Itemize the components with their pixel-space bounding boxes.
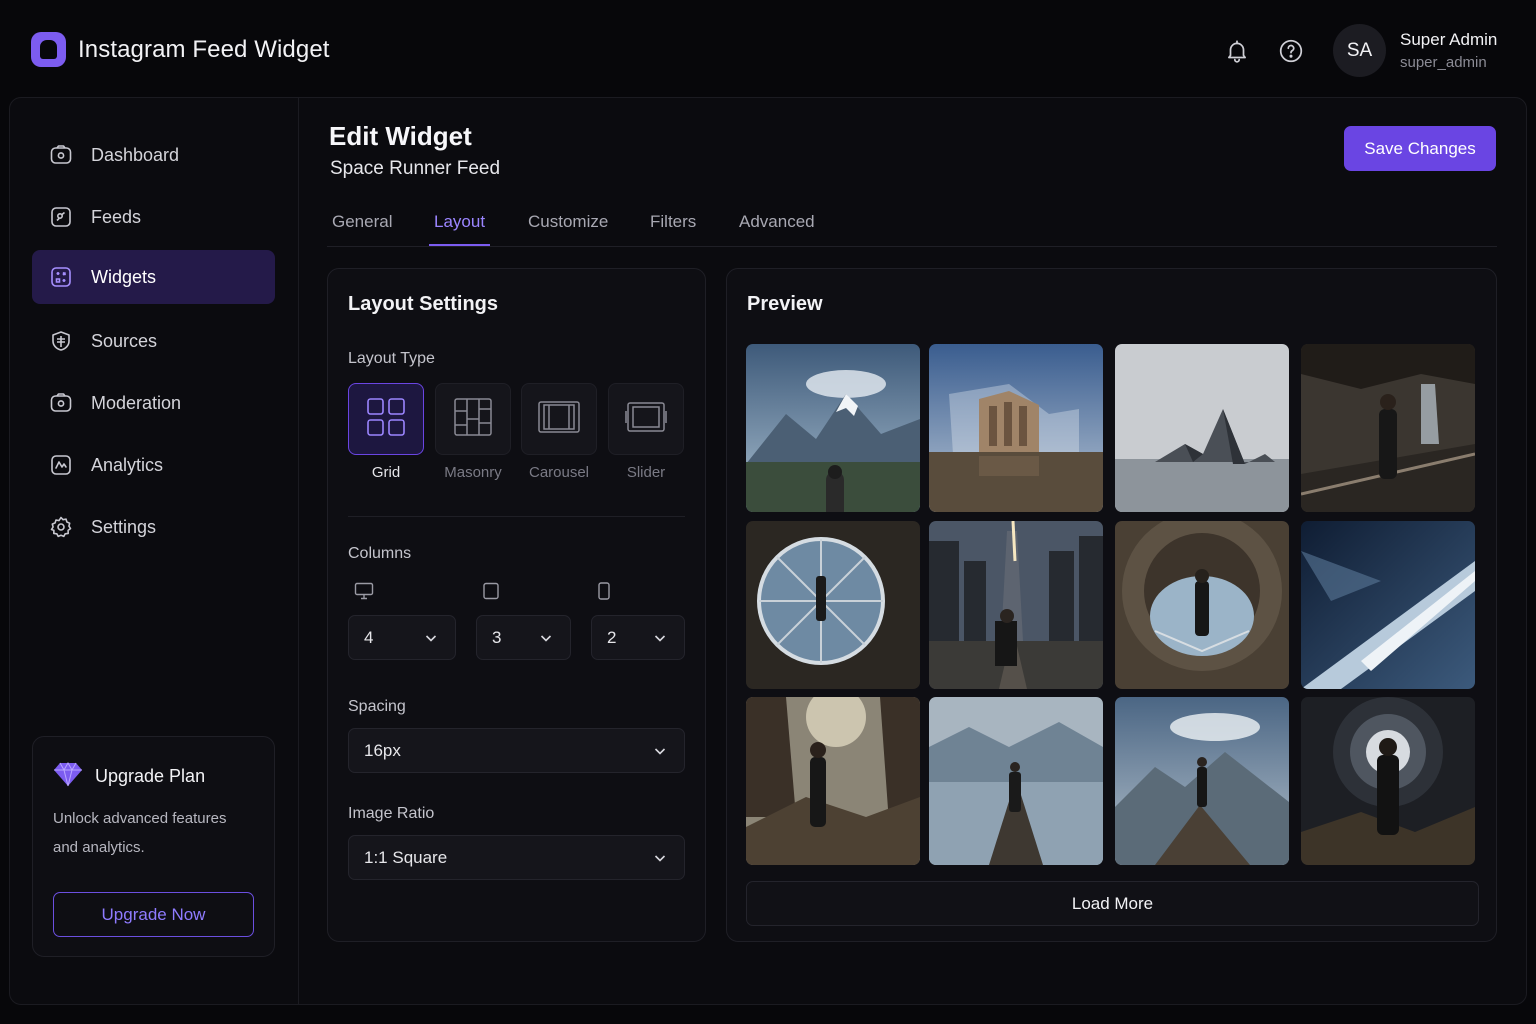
load-more-button[interactable]: Load More xyxy=(746,881,1479,926)
dashboard-icon xyxy=(48,142,74,168)
upgrade-title: Upgrade Plan xyxy=(95,766,206,786)
tablet-icon xyxy=(481,582,501,600)
chevron-down-icon xyxy=(540,635,552,642)
upgrade-now-button[interactable]: Upgrade Now xyxy=(53,892,254,937)
tab-bar: General Layout Customize Filters Advance… xyxy=(327,200,1497,247)
preview-image-man-cave-waterfall[interactable] xyxy=(1301,344,1475,512)
moderation-icon xyxy=(48,390,74,416)
tab-general[interactable]: General xyxy=(327,212,397,246)
app-title: Instagram Feed Widget xyxy=(78,35,330,63)
avatar[interactable]: SA xyxy=(1333,24,1386,77)
sidebar-item-label: Moderation xyxy=(91,392,182,413)
tab-advanced[interactable]: Advanced xyxy=(734,212,820,246)
user-name: Super Admin xyxy=(1400,30,1498,49)
chevron-down-icon xyxy=(425,635,437,642)
upgrade-header: Upgrade Plan xyxy=(53,761,205,792)
tab-customize[interactable]: Customize xyxy=(523,212,613,246)
sidebar-item-label: Sources xyxy=(91,330,158,351)
sidebar: Dashboard Feeds Widgets Sources Moderati… xyxy=(10,98,299,1004)
brand[interactable]: Instagram Feed Widget xyxy=(31,32,330,67)
preview-image-brutalist-building-water[interactable] xyxy=(929,344,1103,512)
layout-option-label: Slider xyxy=(626,464,666,481)
image-ratio-label: Image Ratio xyxy=(348,805,435,822)
carousel-layout-icon xyxy=(537,399,581,440)
spacing-select[interactable]: 16px xyxy=(348,728,685,773)
masonry-layout-icon xyxy=(453,397,493,442)
layout-option-label: Carousel xyxy=(528,464,590,481)
tablet-columns-select[interactable]: 3 xyxy=(476,615,571,660)
mobile-icon xyxy=(594,582,614,600)
image-ratio-value: 1:1 Square xyxy=(364,847,448,867)
mobile-columns-value: 2 xyxy=(607,627,617,647)
mobile-columns-select[interactable]: 2 xyxy=(591,615,685,660)
divider xyxy=(348,516,685,517)
bell-icon[interactable] xyxy=(1223,37,1251,65)
tab-layout[interactable]: Layout xyxy=(429,212,491,246)
sidebar-item-dashboard[interactable]: Dashboard xyxy=(32,128,275,182)
diamond-icon xyxy=(53,761,83,792)
sources-icon xyxy=(48,328,74,354)
preview-image-tunnel-portal-figure[interactable] xyxy=(1115,521,1289,689)
tab-filters[interactable]: Filters xyxy=(645,212,701,246)
sidebar-item-feeds[interactable]: Feeds xyxy=(32,190,275,244)
gear-icon xyxy=(48,514,74,540)
top-bar: Instagram Feed Widget SA Super Admin sup… xyxy=(0,0,1536,98)
upgrade-description: Unlock advanced features and analytics. xyxy=(53,810,227,856)
preview-image-hiker-mountain-lake[interactable] xyxy=(746,344,920,512)
preview-image-city-street-figure[interactable] xyxy=(929,521,1103,689)
widgets-icon xyxy=(48,264,74,290)
chevron-down-icon xyxy=(654,855,666,862)
sidebar-item-sources[interactable]: Sources xyxy=(32,314,275,368)
spacing-value: 16px xyxy=(364,740,401,760)
layout-option-masonry[interactable] xyxy=(435,383,511,455)
chevron-down-icon xyxy=(654,635,666,642)
spacing-label: Spacing xyxy=(348,698,406,715)
layout-option-carousel[interactable] xyxy=(521,383,597,455)
layout-type-label: Layout Type xyxy=(348,350,435,367)
columns-label: Columns xyxy=(348,545,412,562)
chevron-down-icon xyxy=(654,748,666,755)
sidebar-item-label: Analytics xyxy=(91,454,164,475)
preview-panel: Preview Load More xyxy=(726,268,1497,942)
save-changes-button[interactable]: Save Changes xyxy=(1344,126,1496,171)
layout-settings-title: Layout Settings xyxy=(348,293,499,315)
layout-option-label: Masonry xyxy=(444,464,502,481)
desktop-icon xyxy=(354,582,374,600)
sidebar-item-moderation[interactable]: Moderation xyxy=(32,376,275,430)
preview-image-glass-sphere-figure[interactable] xyxy=(746,521,920,689)
app-shell: Dashboard Feeds Widgets Sources Moderati… xyxy=(9,97,1527,1005)
feeds-icon xyxy=(48,204,74,230)
sidebar-item-widgets[interactable]: Widgets xyxy=(32,250,275,304)
upgrade-card: Upgrade Plan Unlock advanced features an… xyxy=(32,736,275,957)
desktop-columns-value: 4 xyxy=(364,627,374,647)
sidebar-item-analytics[interactable]: Analytics xyxy=(32,438,275,492)
layout-settings-panel: Layout Settings Layout Type Grid Masonry… xyxy=(327,268,706,942)
layout-option-label: Grid xyxy=(371,464,401,481)
sidebar-item-settings[interactable]: Settings xyxy=(32,500,275,554)
sidebar-item-label: Dashboard xyxy=(91,144,180,165)
sidebar-item-label: Feeds xyxy=(91,206,142,227)
sidebar-item-label: Settings xyxy=(91,516,157,537)
page-subtitle: Space Runner Feed xyxy=(330,158,501,179)
desktop-columns-select[interactable]: 4 xyxy=(348,615,456,660)
page-title: Edit Widget xyxy=(329,121,472,151)
question-circle-icon[interactable] xyxy=(1277,37,1305,65)
preview-image-man-mountain-peak[interactable] xyxy=(1115,697,1289,865)
slider-layout-icon xyxy=(624,399,668,440)
layout-option-slider[interactable] xyxy=(608,383,684,455)
grid-layout-icon xyxy=(366,397,406,442)
tablet-columns-value: 3 xyxy=(492,627,502,647)
analytics-icon xyxy=(48,452,74,478)
preview-image-blue-ice-ridge[interactable] xyxy=(1301,521,1475,689)
app-logo-icon xyxy=(31,32,66,67)
preview-image-pyramid-peaks-sea[interactable] xyxy=(1115,344,1289,512)
preview-image-man-dark-portal[interactable] xyxy=(1301,697,1475,865)
preview-image-man-rocky-canyon[interactable] xyxy=(746,697,920,865)
sidebar-item-label: Widgets xyxy=(91,266,157,287)
layout-option-grid[interactable] xyxy=(348,383,424,455)
user-handle: super_admin xyxy=(1400,54,1487,71)
image-ratio-select[interactable]: 1:1 Square xyxy=(348,835,685,880)
preview-title: Preview xyxy=(747,293,823,315)
preview-image-man-pier-lake[interactable] xyxy=(929,697,1103,865)
